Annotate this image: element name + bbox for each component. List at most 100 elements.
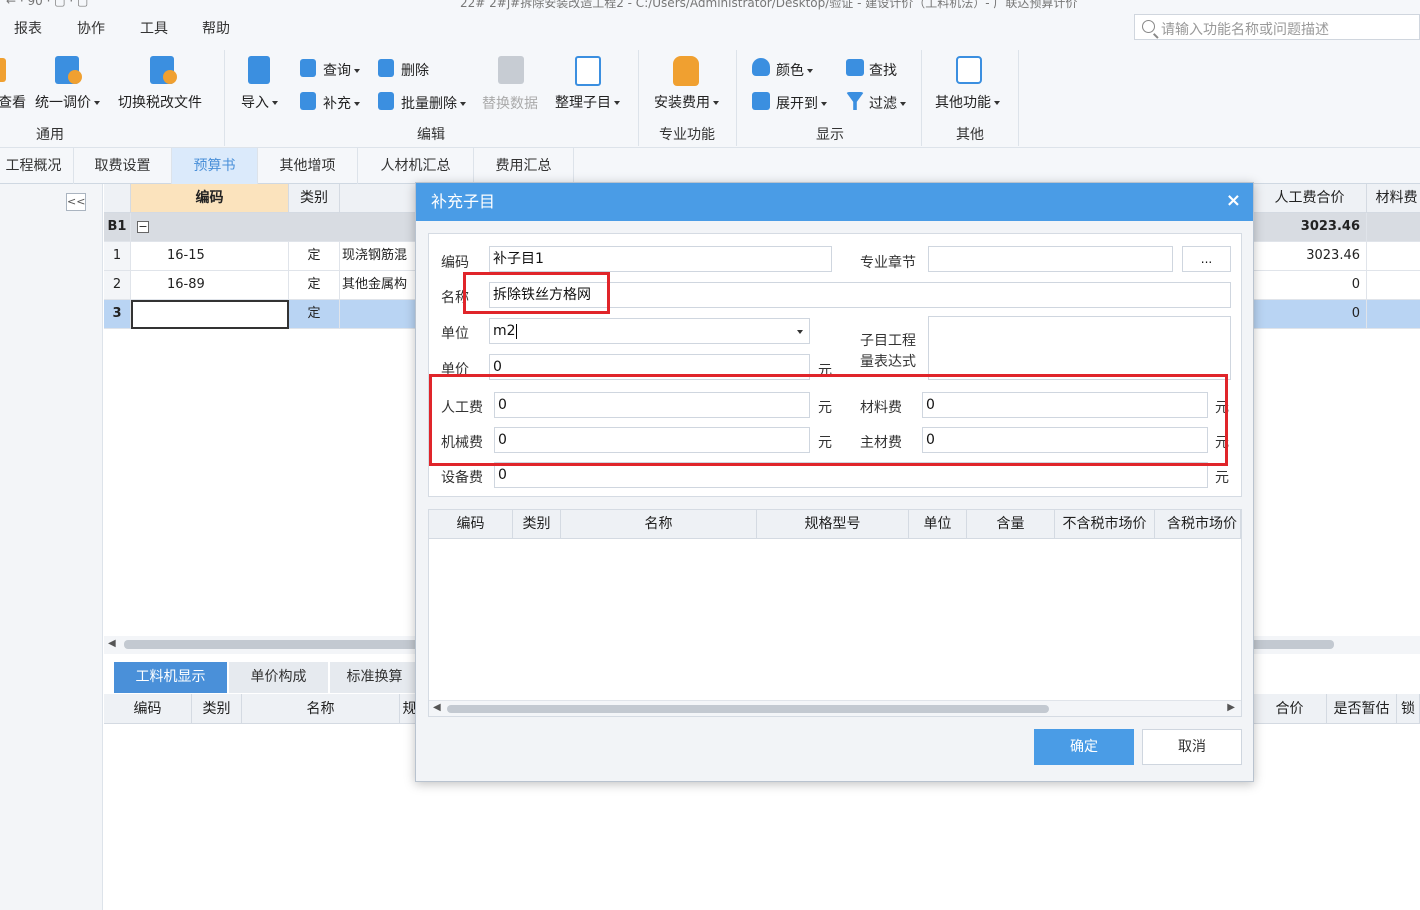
name-cell[interactable]: 现浇钢筋混 xyxy=(340,242,416,271)
code-cell[interactable]: 16-89 xyxy=(131,271,289,300)
code-cell-editing[interactable] xyxy=(131,300,289,329)
bottom-header-lock[interactable]: 锁 xyxy=(1397,694,1420,724)
chapter-browse-button[interactable]: ... xyxy=(1182,246,1231,272)
bottom-header-total[interactable]: 合价 xyxy=(1253,694,1327,724)
tab-fee-settings[interactable]: 取费设置 xyxy=(74,148,172,184)
tab-other-items[interactable]: 其他增项 xyxy=(258,148,358,184)
table-header-type[interactable]: 类别 xyxy=(513,510,561,539)
tab-resource-summary[interactable]: 人材机汇总 xyxy=(358,148,474,184)
table-scrollbar[interactable]: ◀ ▶ xyxy=(429,700,1241,716)
expand-to-label: 展开到 xyxy=(776,96,818,112)
labor-total-cell: 0 xyxy=(1253,300,1367,329)
unify-price-button[interactable]: 统一调价 xyxy=(35,92,100,112)
close-icon[interactable]: × xyxy=(1226,192,1241,210)
supplement-item-dialog: 补充子目 × 编码 补子目1 专业章节 ... 名称 拆除铁丝方格网 单位 m2… xyxy=(415,182,1254,782)
grid-header-code[interactable]: 编码 xyxy=(131,184,289,213)
group-other-label: 其他 xyxy=(956,127,984,143)
table-header-price-incl-tax[interactable]: 含税市场价 xyxy=(1155,510,1241,539)
quantity-expr-label-2: 量表达式 xyxy=(860,354,916,370)
supplement-button[interactable]: 补充 xyxy=(323,93,360,113)
expand-to-button[interactable]: 展开到 xyxy=(776,93,827,113)
cancel-button[interactable]: 取消 xyxy=(1142,729,1242,765)
name-cell[interactable]: 其他金属构 xyxy=(340,271,416,300)
table-header-price-excl-tax[interactable]: 不含税市场价 xyxy=(1055,510,1155,539)
annotation-highlight-name xyxy=(463,272,610,314)
ribbon-separator xyxy=(224,50,225,146)
grid-header-material[interactable]: 材料费 xyxy=(1367,184,1420,213)
organize-button[interactable]: 整理子目 xyxy=(555,92,620,112)
bottom-header-name[interactable]: 名称 xyxy=(242,694,400,724)
collapse-tree-icon[interactable]: − xyxy=(137,220,149,233)
labor-total-cell: 0 xyxy=(1253,271,1367,300)
unit-label: 单位 xyxy=(441,326,469,342)
table-header-spec[interactable]: 规格型号 xyxy=(757,510,909,539)
find-button[interactable]: 查找 xyxy=(869,60,897,80)
table-header-content[interactable]: 含量 xyxy=(967,510,1055,539)
type-cell[interactable]: 定 xyxy=(289,300,340,329)
table-header-code[interactable]: 编码 xyxy=(429,510,513,539)
row-number: 3 xyxy=(104,300,131,329)
replace-data-button[interactable]: 替换数据 xyxy=(482,93,538,113)
menu-report[interactable]: 报表 xyxy=(14,18,42,38)
bottom-header-type[interactable]: 类别 xyxy=(192,694,242,724)
scroll-thumb[interactable] xyxy=(447,705,1049,713)
quantity-expr-textarea[interactable] xyxy=(928,316,1231,380)
equipment-label: 设备费 xyxy=(441,470,483,486)
material-cell xyxy=(1367,271,1420,300)
tab-cost-summary[interactable]: 费用汇总 xyxy=(474,148,574,184)
resource-table: 编码 类别 名称 规格型号 单位 含量 不含税市场价 含税市场价 ◀ ▶ xyxy=(428,509,1242,717)
install-fee-button[interactable]: 安装费用 xyxy=(654,92,719,112)
bottom-header-code[interactable]: 编码 xyxy=(104,694,192,724)
table-row[interactable]: − xyxy=(131,213,416,242)
chapter-input[interactable] xyxy=(928,246,1173,272)
chevron-down-icon[interactable] xyxy=(797,330,803,334)
query-button[interactable]: 查询 xyxy=(323,60,360,80)
grid-header-type[interactable]: 类别 xyxy=(289,184,340,213)
ribbon-separator xyxy=(638,50,639,146)
name-cell[interactable] xyxy=(340,300,416,329)
grid-header-rownum xyxy=(104,184,131,213)
unit-select[interactable]: m2 xyxy=(489,318,810,344)
table-header-unit[interactable]: 单位 xyxy=(909,510,967,539)
menu-help[interactable]: 帮助 xyxy=(202,18,230,38)
filter-button[interactable]: 过滤 xyxy=(869,93,906,113)
collapse-panel-icon[interactable]: << xyxy=(66,193,86,211)
tab-standard-conversion[interactable]: 标准换算 xyxy=(330,662,420,693)
quantity-expr-label-1: 子目工程 xyxy=(860,333,916,349)
delete-button[interactable]: 删除 xyxy=(401,60,429,80)
ribbon-toolbar: 查看 统一调价 切换税改文件 通用 导入 查询 补充 删除 批量删除 替换数据 … xyxy=(0,42,1420,148)
type-cell[interactable]: 定 xyxy=(289,242,340,271)
menu-collaborate[interactable]: 协作 xyxy=(77,18,105,38)
view-button[interactable]: 查看 xyxy=(0,92,26,112)
query-icon xyxy=(300,59,316,77)
grid-header-name[interactable] xyxy=(340,184,416,213)
group-display-label: 显示 xyxy=(816,127,844,143)
code-cell[interactable]: 16-15 xyxy=(131,242,289,271)
supplement-label: 补充 xyxy=(323,96,351,112)
import-icon xyxy=(248,56,270,84)
switch-tax-badge-icon xyxy=(163,70,177,84)
ok-button[interactable]: 确定 xyxy=(1034,729,1134,765)
type-cell[interactable]: 定 xyxy=(289,271,340,300)
search-input[interactable]: 请输入功能名称或问题描述 xyxy=(1134,14,1420,40)
tab-resource-display[interactable]: 工料机显示 xyxy=(114,662,228,693)
tab-unit-price-composition[interactable]: 单价构成 xyxy=(229,662,329,693)
switch-tax-button[interactable]: 切换税改文件 xyxy=(118,92,202,112)
color-button[interactable]: 颜色 xyxy=(776,60,813,80)
scroll-left-icon[interactable]: ◀ xyxy=(433,702,441,713)
row-number: 2 xyxy=(104,271,131,300)
window-title: 22# 2#j#拆除安装改造工程2 - C:/Users/Administrat… xyxy=(460,0,1078,10)
scroll-left-icon[interactable]: ◀ xyxy=(108,638,116,649)
other-func-button[interactable]: 其他功能 xyxy=(935,92,1000,112)
import-label: 导入 xyxy=(241,95,269,111)
batch-delete-button[interactable]: 批量删除 xyxy=(401,93,466,113)
scroll-right-icon[interactable]: ▶ xyxy=(1227,702,1235,713)
import-button[interactable]: 导入 xyxy=(241,92,278,112)
menu-tools[interactable]: 工具 xyxy=(140,18,168,38)
grid-header-labor-total[interactable]: 人工费合价 xyxy=(1253,184,1367,213)
tab-budget[interactable]: 预算书 xyxy=(172,148,258,184)
tab-project-overview[interactable]: 工程概况 xyxy=(0,148,74,184)
bottom-header-estimated[interactable]: 是否暂估 xyxy=(1327,694,1397,724)
code-input[interactable]: 补子目1 xyxy=(489,246,832,272)
table-header-name[interactable]: 名称 xyxy=(561,510,757,539)
